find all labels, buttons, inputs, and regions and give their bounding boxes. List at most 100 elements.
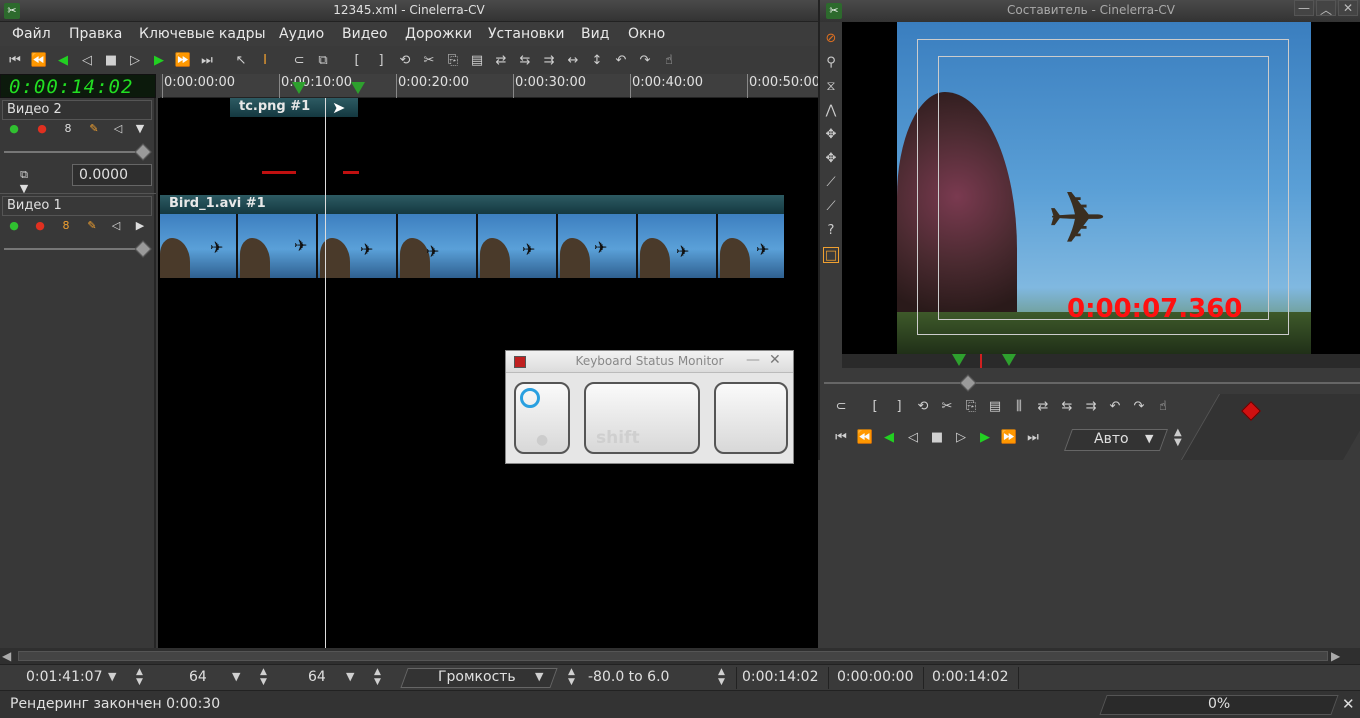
overwrite-icon[interactable]: ⇄ [492, 52, 510, 70]
minimize-icon[interactable]: — [746, 352, 760, 368]
menu-keyframes[interactable]: Ключевые кадры [139, 26, 266, 42]
splice-icon[interactable]: ⇆ [516, 52, 534, 70]
composer-progress-bar[interactable] [842, 354, 1360, 368]
scroll-thumb[interactable] [18, 651, 1328, 661]
draw-icon[interactable]: ✎ [84, 219, 100, 233]
safe-region-icon[interactable]: □ [823, 247, 839, 263]
record-track-icon[interactable]: ● [32, 219, 48, 233]
forward-end-icon[interactable]: ⏭ [198, 52, 216, 70]
spin-icon[interactable]: ▲ ▼ [1174, 428, 1182, 448]
fader-knob[interactable] [134, 240, 152, 258]
spin-icon[interactable]: ▲ ▼ [374, 667, 381, 687]
menu-view[interactable]: Вид [581, 26, 609, 42]
fade-value-field[interactable]: 0.0000 [72, 164, 152, 186]
in-point-marker[interactable] [292, 82, 306, 94]
expand-icon[interactable]: ▼ [132, 122, 148, 136]
ruler-icon[interactable]: ⋀ [823, 103, 839, 119]
cut-icon[interactable]: ✂ [938, 398, 956, 416]
gang-icon[interactable]: 8 [58, 219, 74, 233]
in-point-icon[interactable]: [ [866, 398, 884, 416]
copy-icon[interactable]: ⎘ [962, 398, 980, 416]
paste-icon[interactable]: ▤ [468, 52, 486, 70]
mode-icon[interactable]: ⧉ ▼ [16, 168, 32, 195]
label-icon[interactable]: ⊂ [832, 398, 850, 416]
protect-icon[interactable]: ⊘ [823, 31, 839, 47]
selection-start[interactable]: 0:00:14:02 [742, 669, 819, 685]
gang-icon[interactable]: 8 [60, 122, 76, 136]
horizontal-scrollbar[interactable]: ◀ ▶ [0, 648, 1360, 664]
chevron-down-icon[interactable]: ▼ [108, 670, 116, 683]
out-point-icon[interactable]: ] [890, 398, 908, 416]
rewind-start-icon[interactable]: ⏮ [832, 429, 850, 447]
projector-icon[interactable]: ✥ [823, 151, 839, 167]
menu-file[interactable]: Файл [12, 26, 51, 42]
eyedropper-icon[interactable]: ⟋ [823, 199, 839, 215]
frame-back-icon[interactable]: ◁ [904, 429, 922, 447]
frame-forward-icon[interactable]: ▷ [126, 52, 144, 70]
play-reverse-icon[interactable]: ◀ [54, 52, 72, 70]
undo-icon[interactable]: ↶ [612, 52, 630, 70]
track-title-video1[interactable]: Видео 1 [2, 196, 152, 216]
redo-icon[interactable]: ↷ [636, 52, 654, 70]
splice-icon[interactable]: ⇄ [1034, 398, 1052, 416]
track-title-video2[interactable]: Видео 2 [2, 100, 152, 120]
expand-icon[interactable]: ▶ [132, 219, 148, 233]
fast-rewind-icon[interactable]: ⏪ [30, 52, 48, 70]
fit-icon[interactable]: ⇉ [1082, 398, 1100, 416]
camera-icon[interactable]: ✥ [823, 127, 839, 143]
chevron-down-icon[interactable]: ▼ [346, 670, 354, 683]
menu-video[interactable]: Видео [342, 26, 388, 42]
rewind-start-icon[interactable]: ⏮ [6, 52, 24, 70]
ibeam-cursor-icon[interactable]: I [256, 52, 274, 70]
cancel-render-icon[interactable]: ✕ [1342, 695, 1355, 713]
minimize-icon[interactable]: — [1294, 0, 1314, 16]
overwrite-icon[interactable]: ⫼ [1010, 398, 1028, 416]
label-icon[interactable]: ⊂ [290, 52, 308, 70]
forward-end-icon[interactable]: ⏭ [1024, 429, 1042, 447]
draw-icon[interactable]: ✎ [86, 122, 102, 136]
clip-bird-avi[interactable]: Bird_1.avi #1 [160, 195, 784, 214]
scroll-right-icon[interactable]: ▶ [1331, 649, 1340, 663]
selection-end[interactable]: 0:00:14:02 [932, 669, 1009, 685]
loop-icon[interactable]: ⟲ [396, 52, 414, 70]
toggle-label-icon[interactable]: ⇉ [540, 52, 558, 70]
timeline-ruler[interactable]: 0:00:00:00 0:00:10:00 0:00:20:00 0:00:30… [160, 74, 820, 98]
menu-audio[interactable]: Аудио [279, 26, 324, 42]
scroll-left-icon[interactable]: ◀ [2, 649, 11, 663]
play-icon[interactable]: ▶ [150, 52, 168, 70]
position-marker[interactable] [980, 354, 982, 368]
menu-tracks[interactable]: Дорожки [405, 26, 472, 42]
fader-knob[interactable] [134, 143, 152, 161]
copy-icon[interactable]: ⎘ [444, 52, 462, 70]
cut-icon[interactable]: ✂ [420, 52, 438, 70]
maximize-icon[interactable]: ︿ [1316, 0, 1336, 17]
out-point-marker[interactable] [1002, 354, 1016, 366]
fit-icon[interactable]: ↔ [564, 52, 582, 70]
hand-icon[interactable]: ☝ [660, 52, 678, 70]
fast-forward-icon[interactable]: ⏩ [1000, 429, 1018, 447]
menu-edit[interactable]: Правка [69, 26, 122, 42]
close-icon[interactable]: ✕ [769, 352, 781, 368]
paste-icon[interactable]: ▤ [986, 398, 1004, 416]
mute-icon[interactable]: ◁ [110, 122, 126, 136]
undo-icon[interactable]: ↶ [1106, 398, 1124, 416]
range-value[interactable]: -80.0 to 6.0 [588, 669, 669, 685]
hand-icon[interactable]: ☝ [1154, 398, 1172, 416]
selection-length[interactable]: 0:00:00:00 [837, 669, 914, 685]
frame-back-icon[interactable]: ◁ [78, 52, 96, 70]
play-track-icon[interactable]: ● [6, 122, 22, 136]
chevron-down-icon[interactable]: ▼ [232, 670, 240, 683]
zoom-icon[interactable]: ⚲ [823, 55, 839, 71]
close-icon[interactable]: ✕ [1338, 0, 1358, 16]
composer-viewer[interactable]: ✈ 0:00:07.360 [842, 22, 1360, 354]
video-filmstrip[interactable]: ✈ ✈ ✈ ✈ ✈ ✈ ✈ ✈ [160, 214, 784, 278]
spin-icon[interactable]: ▲ ▼ [568, 667, 575, 687]
help-icon[interactable]: ? [823, 223, 839, 239]
fast-rewind-icon[interactable]: ⏪ [856, 429, 874, 447]
spin-icon[interactable]: ▲ ▼ [136, 667, 143, 687]
spin-icon[interactable]: ▲ ▼ [718, 667, 725, 687]
frame-forward-icon[interactable]: ▷ [952, 429, 970, 447]
mute-icon[interactable]: ◁ [108, 219, 124, 233]
redo-icon[interactable]: ↷ [1130, 398, 1148, 416]
arrow-cursor-icon[interactable]: ↖ [232, 52, 250, 70]
